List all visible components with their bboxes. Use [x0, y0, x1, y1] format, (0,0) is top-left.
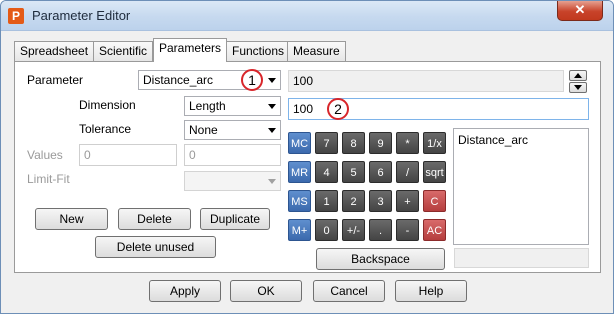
tolerance-label: Tolerance [79, 122, 132, 136]
key-sqrt[interactable]: sqrt [423, 161, 446, 183]
chevron-down-icon [268, 78, 276, 83]
spin-down-button[interactable] [569, 82, 587, 93]
new-button[interactable]: New [35, 208, 108, 230]
key-5[interactable]: 5 [342, 161, 365, 183]
delete-button[interactable]: Delete [118, 208, 191, 230]
key-9[interactable]: 9 [369, 132, 392, 154]
key-divide[interactable]: / [396, 161, 419, 183]
key-plus[interactable]: + [396, 190, 419, 212]
callout-2: 2 [327, 98, 349, 120]
parameter-select-value: Distance_arc [143, 73, 214, 87]
tab-measure[interactable]: Measure [287, 41, 346, 61]
close-button[interactable]: ✕ [557, 1, 603, 21]
title-bar: P Parameter Editor ✕ [1, 1, 613, 31]
delete-unused-button[interactable]: Delete unused [95, 236, 216, 258]
dimension-label: Dimension [79, 98, 136, 112]
key-mc[interactable]: MC [288, 132, 311, 154]
chevron-down-icon [574, 85, 582, 90]
tab-functions[interactable]: Functions [226, 41, 291, 61]
app-icon: P [8, 8, 24, 24]
window-title: Parameter Editor [32, 8, 131, 23]
key-minus[interactable]: - [396, 219, 419, 241]
limit-fit-select [184, 171, 281, 191]
cancel-button[interactable]: Cancel [313, 280, 385, 302]
tab-scientific[interactable]: Scientific [93, 41, 154, 61]
key-all-clear[interactable]: AC [423, 219, 446, 241]
values-min-field: 0 [79, 144, 177, 166]
key-ms[interactable]: MS [288, 190, 311, 212]
parameter-list[interactable]: Distance_arc [453, 128, 589, 245]
dimension-select-value: Length [189, 99, 226, 113]
apply-button[interactable]: Apply [149, 280, 221, 302]
result-display: 100 [288, 70, 564, 92]
key-7[interactable]: 7 [315, 132, 338, 154]
key-3[interactable]: 3 [369, 190, 392, 212]
limit-fit-label: Limit-Fit [27, 172, 70, 186]
values-label: Values [27, 148, 63, 162]
key-mr[interactable]: MR [288, 161, 311, 183]
key-1[interactable]: 1 [315, 190, 338, 212]
chevron-down-icon [268, 128, 276, 133]
values-max-field: 0 [184, 144, 281, 166]
help-button[interactable]: Help [395, 280, 467, 302]
tab-spreadsheet[interactable]: Spreadsheet [14, 41, 95, 61]
key-reciprocal[interactable]: 1/x [423, 132, 446, 154]
list-item[interactable]: Distance_arc [458, 133, 528, 147]
key-4[interactable]: 4 [315, 161, 338, 183]
ok-button[interactable]: OK [230, 280, 302, 302]
parameter-label: Parameter [27, 73, 84, 87]
status-field [454, 248, 589, 268]
tab-parameters[interactable]: Parameters [153, 38, 228, 62]
chevron-down-icon [268, 179, 276, 184]
chevron-up-icon [574, 73, 582, 78]
spin-up-button[interactable] [569, 70, 587, 81]
key-decimal[interactable]: . [369, 219, 392, 241]
key-negate[interactable]: +/- [342, 219, 365, 241]
key-8[interactable]: 8 [342, 132, 365, 154]
backspace-button[interactable]: Backspace [316, 248, 445, 270]
dimension-select[interactable]: Length [184, 96, 281, 116]
key-6[interactable]: 6 [369, 161, 392, 183]
key-2[interactable]: 2 [342, 190, 365, 212]
key-multiply[interactable]: * [396, 132, 419, 154]
chevron-down-icon [268, 104, 276, 109]
key-0[interactable]: 0 [315, 219, 338, 241]
parameter-editor-window: P Parameter Editor ✕ Spreadsheet Scienti… [0, 0, 614, 314]
key-clear[interactable]: C [423, 190, 446, 212]
callout-1: 1 [241, 69, 263, 91]
duplicate-button[interactable]: Duplicate [200, 208, 270, 230]
tolerance-select[interactable]: None [184, 120, 281, 140]
key-m-plus[interactable]: M+ [288, 219, 311, 241]
tolerance-select-value: None [189, 123, 218, 137]
